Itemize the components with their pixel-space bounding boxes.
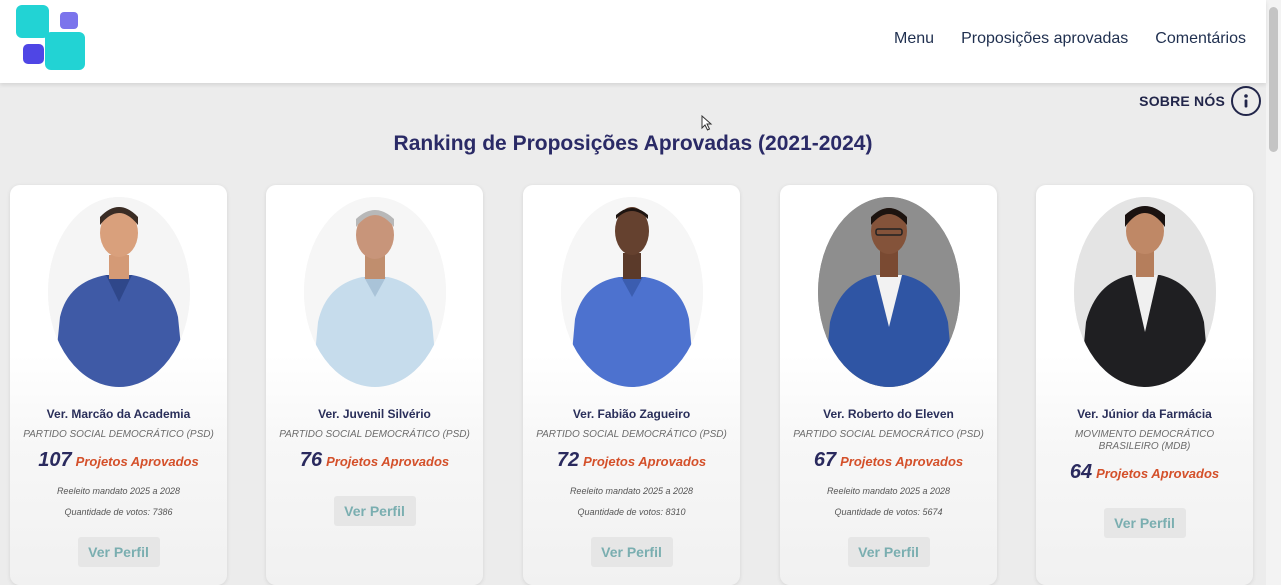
approved-count: 107 bbox=[38, 449, 72, 471]
nav-proposicoes-aprovadas[interactable]: Proposições aprovadas bbox=[961, 30, 1128, 48]
councillor-card: Ver. Juvenil Silvério PARTIDO SOCIAL DEM… bbox=[266, 185, 483, 585]
ver-perfil-button[interactable]: Ver Perfil bbox=[590, 537, 673, 567]
councillor-card: Ver. Roberto do Eleven PARTIDO SOCIAL DE… bbox=[780, 185, 997, 585]
ver-perfil-button[interactable]: Ver Perfil bbox=[77, 537, 160, 567]
councillor-photo bbox=[560, 197, 703, 387]
nav-menu[interactable]: Menu bbox=[894, 30, 934, 48]
councillor-party: PARTIDO SOCIAL DEMOCRÁTICO (PSD) bbox=[536, 429, 727, 440]
ver-perfil-button[interactable]: Ver Perfil bbox=[847, 537, 930, 567]
approved-label: Projetos Aprovados bbox=[75, 454, 199, 469]
approved-count: 76 bbox=[299, 449, 323, 471]
about-label: SOBRE NÓS bbox=[1139, 93, 1225, 109]
votes-text: Quantidade de votos: 7386 bbox=[64, 507, 173, 517]
councillor-photo bbox=[1073, 197, 1216, 387]
info-icon[interactable] bbox=[1231, 86, 1261, 116]
ver-perfil-button[interactable]: Ver Perfil bbox=[1103, 508, 1186, 538]
mandate-text: Reeleito mandato 2025 a 2028 bbox=[56, 486, 181, 496]
approved-count: 64 bbox=[1069, 461, 1093, 483]
ver-perfil-button[interactable]: Ver Perfil bbox=[333, 496, 416, 526]
approved-label: Projetos Aprovados bbox=[326, 454, 450, 469]
approved-projects: 64 Projetos Aprovados bbox=[1036, 461, 1253, 484]
councillor-photo bbox=[47, 197, 190, 387]
vertical-scrollbar[interactable] bbox=[1266, 0, 1281, 585]
councillor-card: Ver. Marcão da Academia PARTIDO SOCIAL D… bbox=[10, 185, 227, 585]
approved-projects: 67 Projetos Aprovados bbox=[780, 449, 997, 472]
councillor-photo bbox=[303, 197, 446, 387]
approved-count: 72 bbox=[556, 449, 580, 471]
councillor-card: Ver. Júnior da Farmácia MOVIMENTO DEMOCR… bbox=[1036, 185, 1253, 585]
approved-projects: 107 Projetos Aprovados bbox=[10, 449, 227, 472]
approved-count: 67 bbox=[813, 449, 837, 471]
page-title: Ranking de Proposições Aprovadas (2021-2… bbox=[393, 132, 873, 155]
councillor-name: Ver. Júnior da Farmácia bbox=[1077, 407, 1212, 421]
votes-text: Quantidade de votos: 8310 bbox=[577, 507, 686, 517]
main-nav: Menu Proposições aprovadas Comentários bbox=[894, 30, 1246, 48]
approved-label: Projetos Aprovados bbox=[1096, 466, 1220, 481]
top-header: Menu Proposições aprovadas Comentários bbox=[0, 0, 1266, 83]
councillor-photo bbox=[817, 197, 960, 387]
councillor-party: MOVIMENTO DEMOCRÁTICO BRASILEIRO (MDB) bbox=[1074, 429, 1215, 452]
nav-comentarios[interactable]: Comentários bbox=[1155, 30, 1246, 48]
mouse-cursor-icon bbox=[701, 115, 713, 131]
mandate-text: Reeleito mandato 2025 a 2028 bbox=[826, 486, 951, 496]
votes-text: Quantidade de votos: 5674 bbox=[834, 507, 943, 517]
about-link[interactable]: SOBRE NÓS bbox=[1139, 86, 1261, 116]
approved-label: Projetos Aprovados bbox=[583, 454, 707, 469]
councillor-party: PARTIDO SOCIAL DEMOCRÁTICO (PSD) bbox=[793, 429, 984, 440]
councillor-name: Ver. Fabião Zagueiro bbox=[572, 407, 691, 421]
councillor-party: PARTIDO SOCIAL DEMOCRÁTICO (PSD) bbox=[23, 429, 214, 440]
app-logo[interactable] bbox=[15, 4, 87, 72]
councillor-name: Ver. Juvenil Silvério bbox=[318, 407, 431, 421]
approved-projects: 76 Projetos Aprovados bbox=[266, 449, 483, 472]
councillor-card: Ver. Fabião Zagueiro PARTIDO SOCIAL DEMO… bbox=[523, 185, 740, 585]
councillor-name: Ver. Marcão da Academia bbox=[46, 407, 191, 421]
approved-label: Projetos Aprovados bbox=[840, 454, 964, 469]
approved-projects: 72 Projetos Aprovados bbox=[523, 449, 740, 472]
scrollbar-thumb[interactable] bbox=[1269, 7, 1278, 152]
councillor-party: PARTIDO SOCIAL DEMOCRÁTICO (PSD) bbox=[279, 429, 470, 440]
councillor-name: Ver. Roberto do Eleven bbox=[823, 407, 954, 421]
mandate-text: Reeleito mandato 2025 a 2028 bbox=[569, 486, 694, 496]
